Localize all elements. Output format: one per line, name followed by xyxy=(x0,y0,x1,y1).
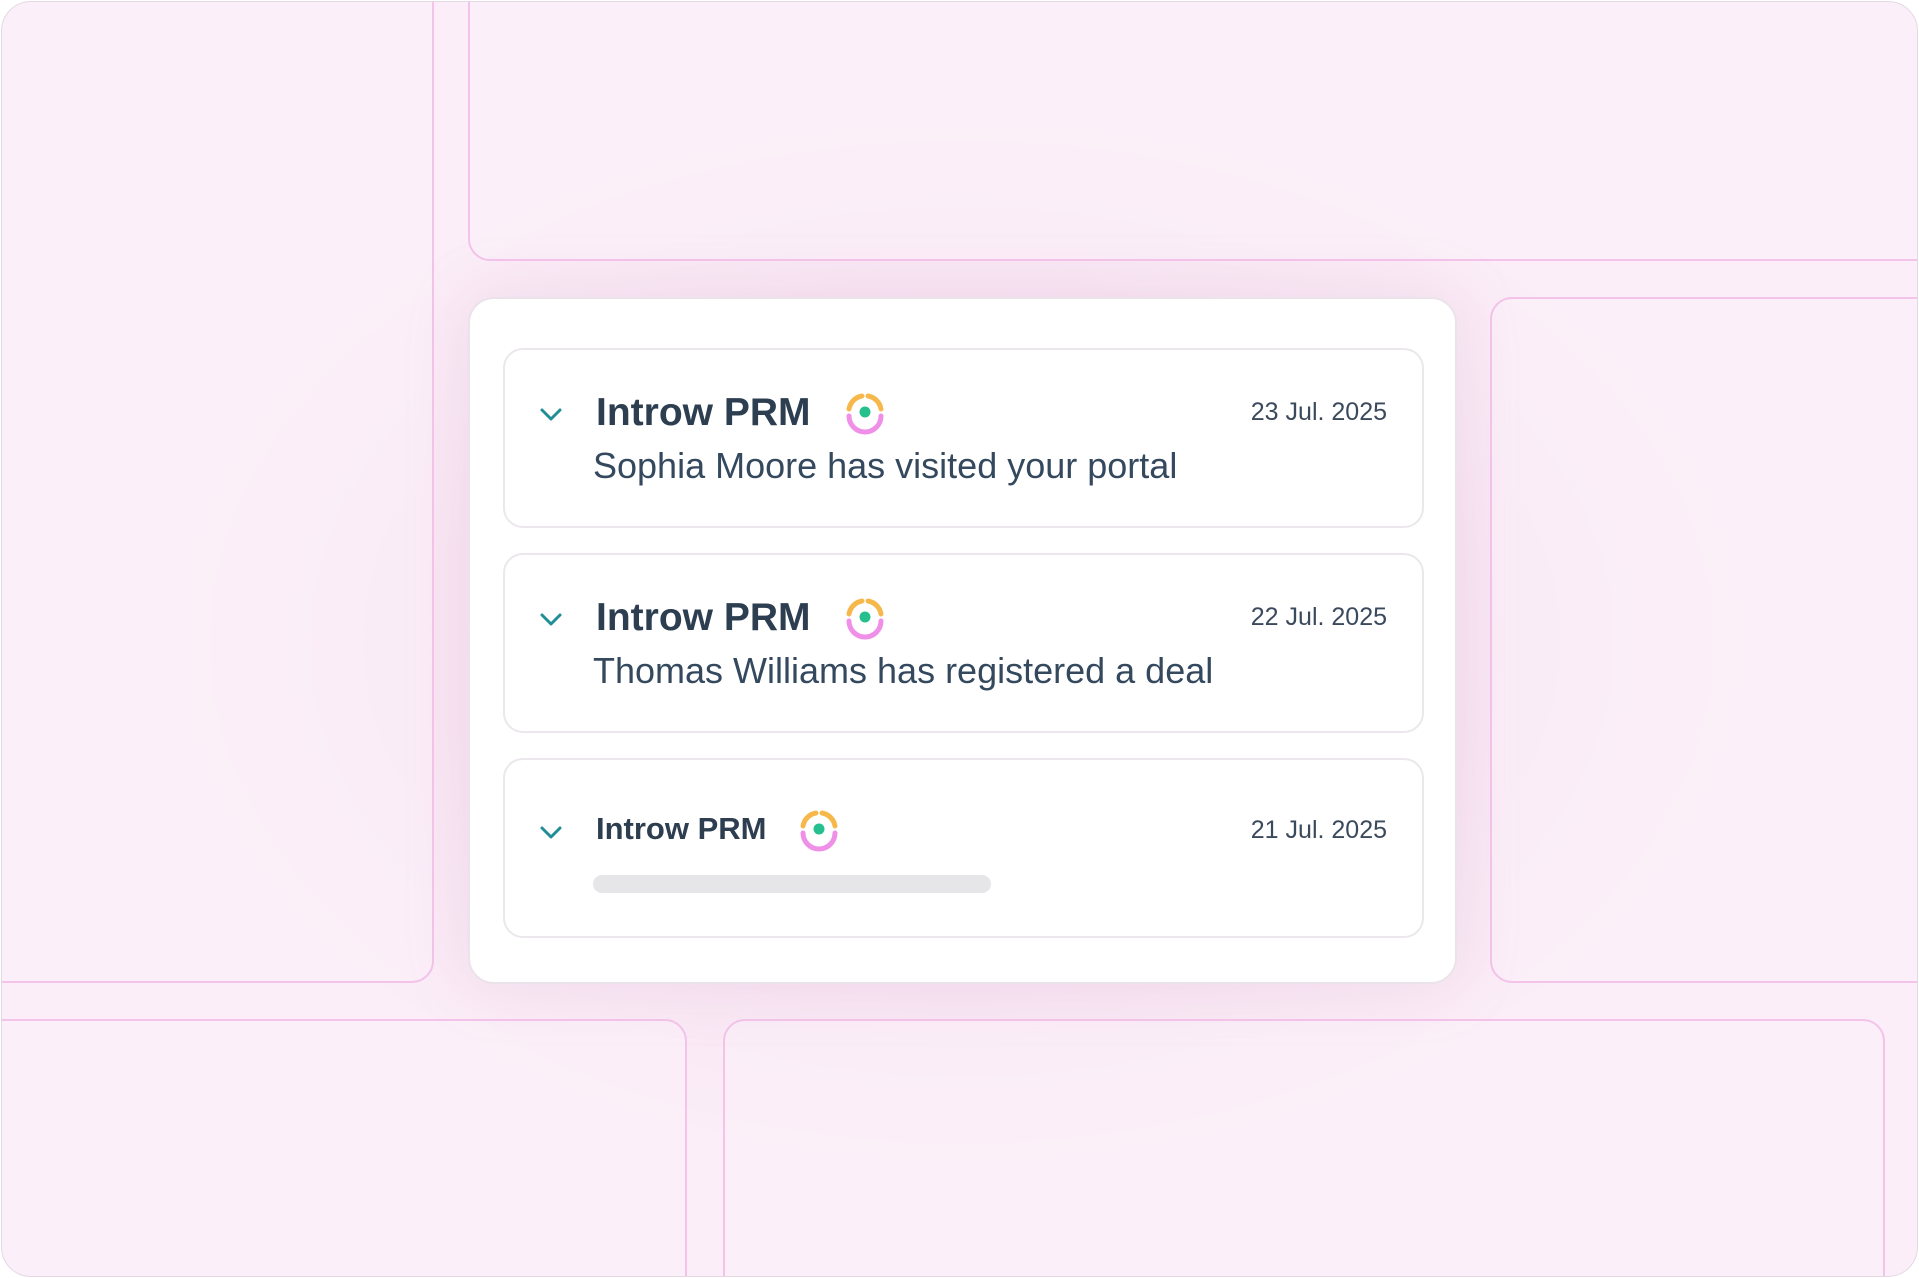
notification-date: 22 Jul. 2025 xyxy=(1250,603,1387,631)
notification-sender: Introw PRM xyxy=(596,811,767,846)
notification-item[interactable]: Introw PRM 22 Jul. 2025 Thomas Williams … xyxy=(503,553,1424,733)
background-panel-right xyxy=(1490,297,1917,983)
notification-sender: Introw PRM xyxy=(596,596,811,639)
app-frame: Introw PRM 23 Jul. 2025 Sophia Moore has… xyxy=(1,1,1918,1277)
introw-logo-icon xyxy=(846,598,884,640)
chevron-down-icon[interactable] xyxy=(537,818,565,846)
message-loading-placeholder xyxy=(593,875,991,893)
notification-date: 21 Jul. 2025 xyxy=(1250,816,1387,844)
introw-logo-icon xyxy=(846,393,884,435)
notification-item[interactable]: Introw PRM 21 Jul. 2025 xyxy=(503,758,1424,938)
background-panel-bottom-right xyxy=(723,1019,1885,1276)
notification-date: 23 Jul. 2025 xyxy=(1250,398,1387,426)
notification-sender: Introw PRM xyxy=(596,391,811,434)
introw-logo-icon xyxy=(800,810,838,852)
notifications-card: Introw PRM 23 Jul. 2025 Sophia Moore has… xyxy=(468,297,1457,984)
chevron-down-icon[interactable] xyxy=(537,400,565,428)
background-panel-top xyxy=(468,2,1917,261)
notification-item[interactable]: Introw PRM 23 Jul. 2025 Sophia Moore has… xyxy=(503,348,1424,528)
notification-message: Thomas Williams has registered a deal xyxy=(593,650,1214,691)
notification-message: Sophia Moore has visited your portal xyxy=(593,445,1178,486)
background-panel-bottom-left xyxy=(2,1019,687,1276)
chevron-down-icon[interactable] xyxy=(537,605,565,633)
background-panel-left xyxy=(2,2,434,983)
